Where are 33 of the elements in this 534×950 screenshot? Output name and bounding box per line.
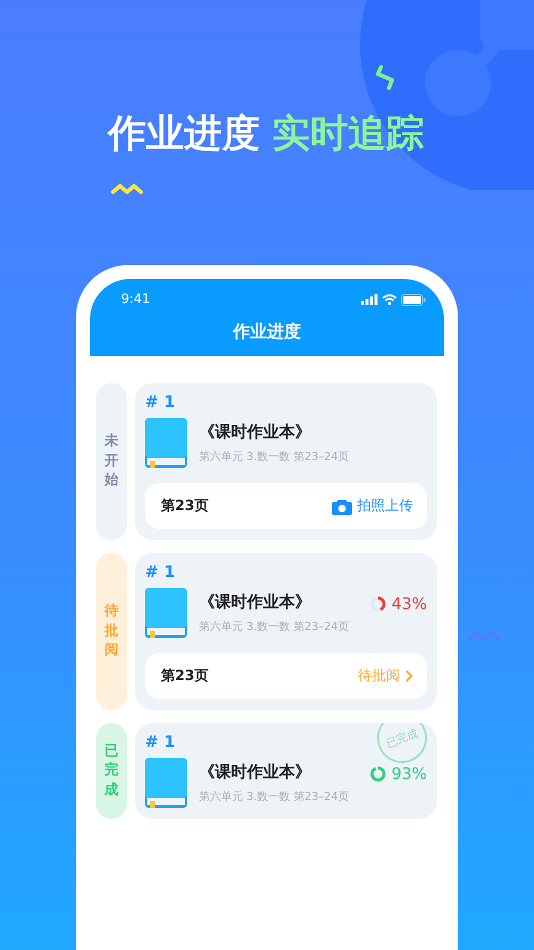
signal-icon [361,294,378,305]
page-label: 第23页 [161,497,208,515]
book-title: 《课时作业本》 [199,422,312,443]
upload-button[interactable]: 拍照上传 [332,497,413,515]
book-title: 《课时作业本》 [199,592,312,613]
screen-title: 作业进度 [232,321,302,343]
task-number: # 1 [145,732,176,751]
task-number: # 1 [145,392,176,411]
book-detail: 第六单元 3.数一数 第23–24页 [199,619,350,634]
battery-icon [401,294,426,306]
squiggle-icon [466,630,502,642]
book-title: 《课时作业本》 [199,762,312,783]
headline-highlight: 实时追踪 [272,110,424,157]
page-label: 第23页 [161,667,208,685]
book-detail: 第六单元 3.数一数 第23–24页 [199,789,350,804]
book-icon [145,418,187,468]
status-time: 9:41 [121,292,150,307]
squiggle-icon [110,183,144,195]
review-link[interactable]: 待批阅 [358,667,413,685]
status-label: 已完成 [104,742,118,800]
chevron-right-icon [405,670,413,682]
headline: 作业进度 [108,110,260,157]
status-label: 未开始 [104,432,118,490]
book-detail: 第六单元 3.数一数 第23–24页 [199,449,350,464]
progress-percent: 93% [391,764,427,783]
book-icon [145,588,187,638]
camera-icon [332,498,352,514]
wifi-icon [382,294,397,305]
task-number: # 1 [145,562,176,581]
squiggle-icon [375,64,397,92]
book-icon [145,758,187,808]
progress-percent: 43% [391,594,427,613]
status-label: 待批阅 [104,602,118,660]
